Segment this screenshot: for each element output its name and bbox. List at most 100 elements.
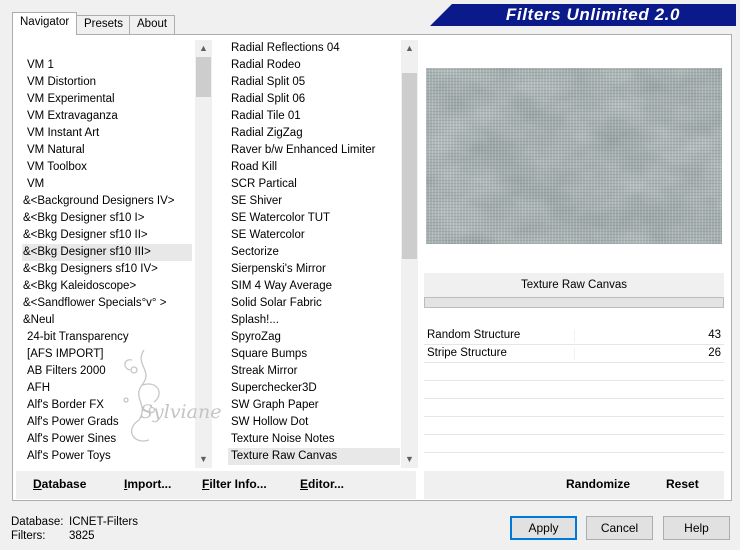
parameter-row-empty [424,381,724,399]
category-list-item[interactable]: AB Filters 2000 [26,363,192,380]
parameter-row-empty [424,399,724,417]
preview-image [426,68,722,244]
category-list-item[interactable]: VM Extravaganza [26,108,192,125]
category-list-item[interactable]: [AFS IMPORT] [26,346,192,363]
database-status-value: ICNET-Filters [69,516,138,528]
filter-list-item[interactable]: SE Shiver [228,193,400,210]
tab-presets-label: Presets [84,18,123,30]
filter-list-item[interactable]: SE Watercolor TUT [228,210,400,227]
category-list-item[interactable]: Alf's Power Grads [26,414,192,431]
filter-list-item[interactable]: Radial ZigZag [228,125,400,142]
app-title: Filters Unlimited 2.0 [505,5,681,24]
right-button-bar: Randomize Reset [424,471,724,499]
randomize-button[interactable]: Randomize [566,477,630,491]
category-list-item[interactable]: VM 1 [26,57,192,74]
tab-about-label: About [137,18,168,30]
category-scrollbar[interactable]: ▲ ▼ [195,40,212,468]
database-button[interactable]: Database [33,477,86,491]
filter-list-item[interactable]: Square Bumps [228,346,400,363]
button-label: mport... [127,477,172,491]
filter-list-item[interactable]: Splash!... [228,312,400,329]
parameter-value[interactable]: 26 [708,347,721,359]
parameter-row-empty [424,417,724,435]
filter-list-item[interactable]: Radial Split 05 [228,74,400,91]
button-label: ilter Info... [209,477,267,491]
scroll-down-arrow-icon[interactable]: ▼ [195,451,212,468]
parameter-row-empty [424,363,724,381]
category-list-item[interactable]: VM Toolbox [26,159,192,176]
category-list-item[interactable]: 24-bit Transparency [26,329,192,346]
parameter-row-random-structure[interactable]: Random Structure 43 [424,327,724,345]
scroll-up-arrow-icon[interactable]: ▲ [401,40,418,57]
tab-presets[interactable]: Presets [76,15,131,34]
category-list-item[interactable]: Alf's Border FX [26,397,192,414]
category-list-item[interactable]: &<Sandflower Specials°v° > [22,295,192,312]
filter-list-item[interactable]: SW Graph Paper [228,397,400,414]
filter-list-item[interactable]: Radial Reflections 04 [228,40,400,57]
filter-list-item[interactable]: SIM 4 Way Average [228,278,400,295]
help-button[interactable]: Help [663,516,730,540]
progress-bar [424,297,724,308]
filter-list-item[interactable]: Sierpenski's Mirror [228,261,400,278]
category-list-item[interactable]: &<Bkg Designer sf10 II> [22,227,192,244]
cancel-button[interactable]: Cancel [586,516,653,540]
category-list-item[interactable]: VM Natural [26,142,192,159]
filter-info-button[interactable]: Filter Info... [202,477,267,491]
category-list-item[interactable]: Alf's Power Sines [26,431,192,448]
filter-list-item[interactable]: Texture Noise Notes [228,431,400,448]
category-list-item[interactable]: &<Background Designers IV> [22,193,192,210]
button-label: ditor... [308,477,345,491]
filter-list-item[interactable]: Raver b/w Enhanced Limiter [228,142,400,159]
filter-list-item[interactable]: Road Kill [228,159,400,176]
filter-list-item[interactable]: SW Hollow Dot [228,414,400,431]
category-list-item[interactable]: VM [26,176,192,193]
filter-list-item[interactable]: Sectorize [228,244,400,261]
category-list-item[interactable]: &Neul [22,312,192,329]
tab-about[interactable]: About [129,15,176,34]
parameter-label: Stripe Structure [427,347,507,359]
filter-scrollbar[interactable]: ▲ ▼ [401,40,418,468]
tab-navigator[interactable]: Navigator [12,12,78,35]
reset-button[interactable]: Reset [666,477,699,491]
category-list-item[interactable]: &<Bkg Kaleidoscope> [22,278,192,295]
category-list-item[interactable]: Alf's Power Toys [26,448,192,465]
category-list-item[interactable]: &<Bkg Designer sf10 III> [22,244,192,261]
filter-list-item[interactable]: Radial Split 06 [228,91,400,108]
filter-list-item[interactable]: Superchecker3D [228,380,400,397]
database-status-label: Database: [11,516,64,528]
category-list[interactable]: VM 1 VM Distortion VM Experimental VM Extra… [16,40,212,468]
filters-count-label: Filters: [11,530,46,542]
filter-list-item[interactable]: Solid Solar Fabric [228,295,400,312]
category-list-item[interactable]: &<Bkg Designer sf10 I> [22,210,192,227]
editor-button[interactable]: Editor... [300,477,344,491]
category-scroll-thumb[interactable] [196,57,211,97]
import-button[interactable]: Import... [124,477,171,491]
filter-list-item[interactable]: Radial Tile 01 [228,108,400,125]
scroll-down-arrow-icon[interactable]: ▼ [401,451,418,468]
filter-list-item[interactable]: SCR Partical [228,176,400,193]
category-list-item[interactable]: AFH [26,380,192,397]
filter-list-item[interactable]: SE Watercolor [228,227,400,244]
app-title-banner: Filters Unlimited 2.0 [430,4,736,26]
filter-list[interactable]: Radial Reflections 04 Radial Rodeo Radial … [222,40,418,468]
apply-button[interactable]: Apply [510,516,577,540]
parameter-value[interactable]: 43 [708,329,721,341]
parameter-row-stripe-structure[interactable]: Stripe Structure 26 [424,345,724,363]
mnemonic: D [33,477,42,491]
filter-scroll-thumb[interactable] [402,73,417,259]
scroll-up-arrow-icon[interactable]: ▲ [195,40,212,57]
filter-list-item[interactable]: Radial Rodeo [228,57,400,74]
category-list-item[interactable]: &<Bkg Designers sf10 IV> [22,261,192,278]
category-list-item[interactable]: VM Distortion [26,74,192,91]
parameter-table: Random Structure 43 Stripe Structure 26 [424,327,724,467]
filter-list-item[interactable]: Texture Raw Canvas [228,448,400,465]
filter-list-item[interactable]: Streak Mirror [228,363,400,380]
filters-count-value: 3825 [69,530,95,542]
filter-list-item[interactable]: SpyroZag [228,329,400,346]
parameter-row-empty [424,453,724,471]
button-label: atabase [41,477,87,491]
category-list-item[interactable]: VM Experimental [26,91,192,108]
category-list-item[interactable]: VM Instant Art [26,125,192,142]
tab-navigator-label: Navigator [20,16,70,28]
parameter-label: Random Structure [427,329,521,341]
